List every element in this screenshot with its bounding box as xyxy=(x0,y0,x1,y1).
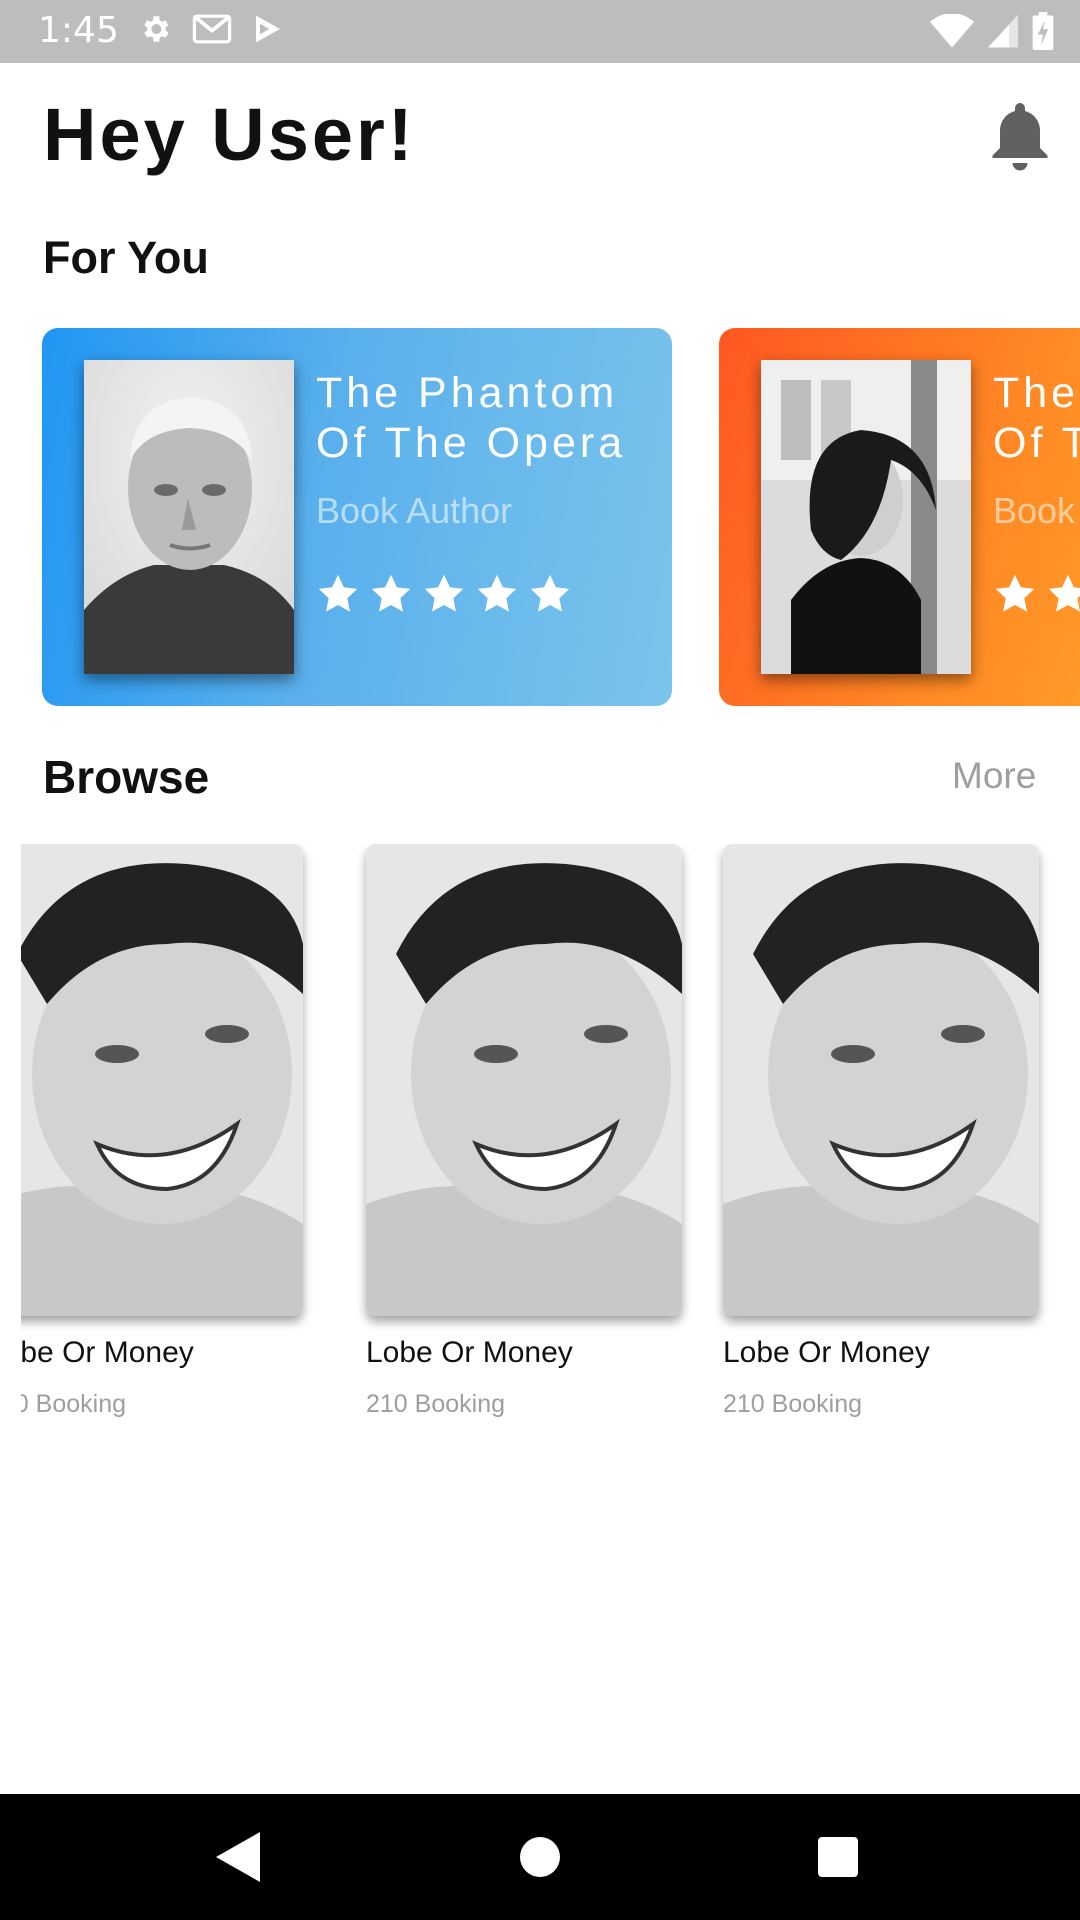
featured-card-author: Book Author xyxy=(316,490,513,531)
featured-card-title: The Of T xyxy=(993,368,1080,468)
home-button[interactable] xyxy=(480,1794,600,1920)
browse-item[interactable]: Lobe Or Money 210 Booking xyxy=(723,844,1039,1419)
star-icon xyxy=(530,574,570,612)
gmail-icon xyxy=(192,14,232,44)
featured-title-line-2: Of T xyxy=(993,419,1080,467)
featured-title-line-1: The xyxy=(993,369,1080,417)
status-icons-left xyxy=(138,12,284,46)
recents-icon xyxy=(818,1837,858,1877)
recents-button[interactable] xyxy=(778,1794,898,1920)
rating-stars xyxy=(316,572,572,616)
for-you-heading: For You xyxy=(43,232,209,283)
play-store-icon xyxy=(256,15,280,43)
browse-item-title: Lobe Or Money xyxy=(723,1336,930,1369)
featured-carousel[interactable]: The Phantom Of The Opera Book Author The… xyxy=(0,328,1080,706)
star-icon xyxy=(424,574,464,612)
browse-item[interactable]: Lobe Or Money 210 Booking xyxy=(21,844,303,1419)
book-cover-image xyxy=(84,360,294,674)
wifi-icon xyxy=(930,14,974,48)
star-icon xyxy=(1048,574,1080,612)
star-icon xyxy=(477,574,517,612)
back-button[interactable] xyxy=(178,1794,298,1920)
star-icon xyxy=(318,574,358,612)
browse-item-meta: 210 Booking xyxy=(21,1390,127,1418)
status-icons-right xyxy=(930,12,1054,50)
rating-stars xyxy=(993,572,1080,616)
browse-item-title: Lobe Or Money xyxy=(21,1336,194,1369)
home-icon xyxy=(520,1837,560,1877)
status-bar: 1:45 xyxy=(0,0,1080,63)
browse-cover-image xyxy=(723,844,1039,1316)
browse-cover-image xyxy=(366,844,682,1316)
featured-title-line-1: The Phantom xyxy=(316,369,619,417)
browse-item[interactable]: Lobe Or Money 210 Booking xyxy=(366,844,682,1419)
book-cover-image xyxy=(761,360,971,674)
back-icon xyxy=(216,1832,260,1882)
greeting-title: Hey User! xyxy=(43,93,416,176)
signal-icon xyxy=(988,14,1018,48)
browse-heading: Browse xyxy=(43,751,210,803)
featured-title-line-2: Of The Opera xyxy=(316,419,627,467)
featured-card[interactable]: The Of T Book xyxy=(719,328,1080,706)
star-icon xyxy=(371,574,411,612)
notification-button[interactable] xyxy=(990,103,1050,173)
more-link[interactable]: More xyxy=(952,755,1036,797)
featured-card-author: Book xyxy=(993,490,1076,531)
featured-card[interactable]: The Phantom Of The Opera Book Author xyxy=(42,328,672,706)
browse-item-title: Lobe Or Money xyxy=(366,1336,573,1369)
browse-cover-image xyxy=(21,844,303,1316)
status-time: 1:45 xyxy=(38,10,119,51)
browse-item-meta: 210 Booking xyxy=(366,1390,506,1418)
battery-icon xyxy=(1032,12,1054,50)
browse-carousel[interactable]: Lobe Or Money 210 Booking Lobe Or Money … xyxy=(21,844,1080,1444)
bell-icon xyxy=(992,103,1048,171)
browse-item-meta: 210 Booking xyxy=(723,1390,863,1418)
star-icon xyxy=(995,574,1035,612)
featured-card-title: The Phantom Of The Opera xyxy=(316,368,656,468)
gear-icon xyxy=(144,16,169,42)
system-nav-bar xyxy=(0,1794,1080,1920)
